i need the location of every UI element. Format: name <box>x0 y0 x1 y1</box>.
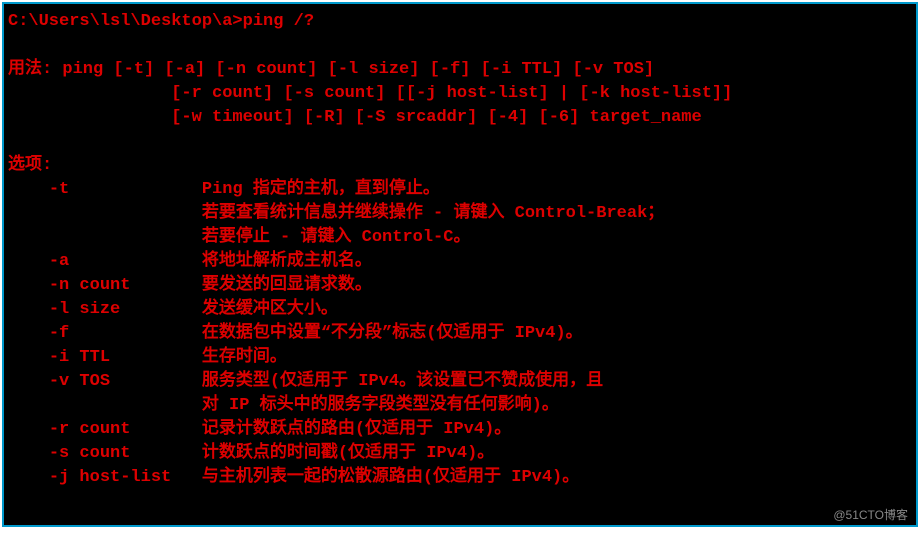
option-flag: -s count <box>49 444 131 463</box>
option-desc: 若要停止 - 请键入 Control-C。 <box>202 228 471 247</box>
option-flag: -v TOS <box>49 372 110 391</box>
prompt-line: C:\Users\lsl\Desktop\a>ping /? <box>8 12 314 31</box>
option-desc: 与主机列表一起的松散源路由(仅适用于 IPv4)。 <box>202 468 579 487</box>
usage-line-0: ping [-t] [-a] [-n count] [-l size] [-f]… <box>62 60 654 79</box>
option-desc: 计数跃点的时间戳(仅适用于 IPv4)。 <box>202 444 494 463</box>
terminal-window: C:\Users\lsl\Desktop\a>ping /? 用法: ping … <box>2 2 918 527</box>
option-desc: 记录计数跃点的路由(仅适用于 IPv4)。 <box>202 420 511 439</box>
usage-line-1: [-r count] [-s count] [[-j host-list] | … <box>120 84 732 103</box>
option-flag: -n count <box>49 276 131 295</box>
watermark: @51CTO博客 <box>833 506 908 523</box>
terminal-output: C:\Users\lsl\Desktop\a>ping /? 用法: ping … <box>4 4 916 525</box>
option-flag: -t <box>49 180 69 199</box>
option-flag: -a <box>49 252 69 271</box>
option-flag: -l size <box>49 300 120 319</box>
option-desc: 将地址解析成主机名。 <box>202 252 372 271</box>
option-desc: 对 IP 标头中的服务字段类型没有任何影响)。 <box>202 396 559 415</box>
option-desc: Ping 指定的主机，直到停止。 <box>202 180 440 199</box>
usage-line-2: [-w timeout] [-R] [-S srcaddr] [-4] [-6]… <box>120 108 702 127</box>
option-desc: 要发送的回显请求数。 <box>202 276 372 295</box>
option-flag: -r count <box>49 420 131 439</box>
option-flag: -i TTL <box>49 348 110 367</box>
option-desc: 服务类型(仅适用于 IPv4。该设置已不赞成使用，且 <box>202 372 603 391</box>
option-flag: -f <box>49 324 69 343</box>
usage-label: 用法 <box>8 60 42 79</box>
option-desc: 生存时间。 <box>202 348 287 367</box>
option-desc: 在数据包中设置“不分段”标志(仅适用于 IPv4)。 <box>202 324 583 343</box>
option-desc: 若要查看统计信息并继续操作 - 请键入 Control-Break； <box>202 204 664 223</box>
option-desc: 发送缓冲区大小。 <box>202 300 338 319</box>
options-label: 选项 <box>8 156 42 175</box>
option-flag: -j host-list <box>49 468 171 487</box>
